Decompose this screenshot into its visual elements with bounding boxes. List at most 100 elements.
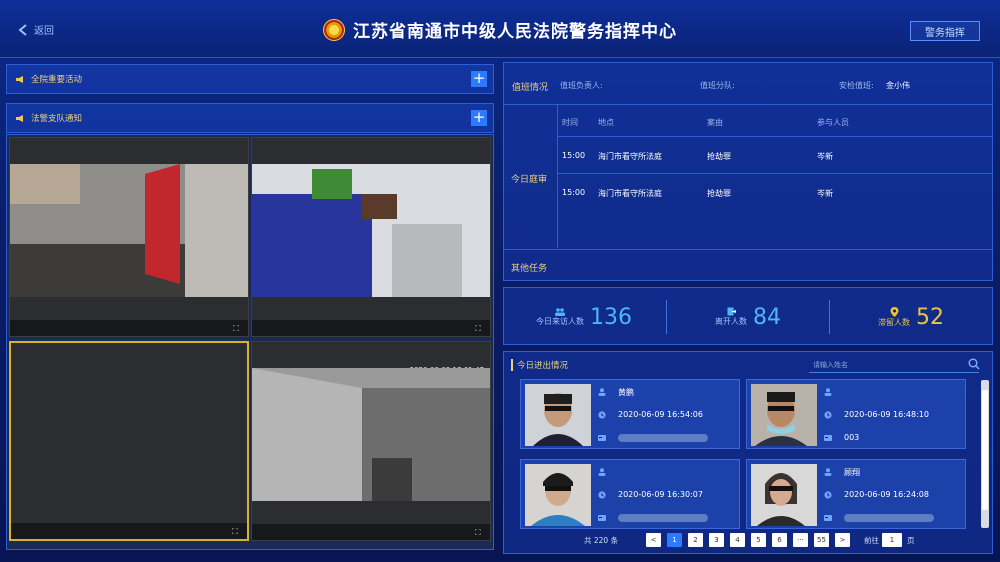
user-icon (598, 388, 606, 396)
fullscreen-icon[interactable]: ⛶ (475, 528, 484, 537)
notice-bar[interactable]: 法警支队通知 + (6, 103, 494, 133)
stat-left: 离开人数 84 (668, 288, 828, 346)
visitors-label: 今日来访人数 (536, 316, 584, 326)
id-card-icon (598, 515, 606, 521)
row1-place: 海门市看守所法庭 (598, 152, 662, 161)
col-people: 参与人员 (817, 118, 849, 127)
user-icon (598, 468, 606, 476)
camera-3[interactable]: ⛶ (9, 341, 249, 541)
fullscreen-icon[interactable]: ⛶ (475, 324, 484, 333)
camera-1-feed (10, 164, 248, 297)
camera-2-footer (252, 320, 490, 336)
col-cause: 案由 (707, 118, 723, 127)
title-wrap: 江苏省南通市中级人民法院警务指挥中心 (0, 17, 1000, 42)
person-name: 顾翔 (844, 468, 860, 477)
person-photo (525, 464, 591, 526)
page-button[interactable]: 55 (814, 533, 829, 547)
notice-label: 法警支队通知 (31, 114, 83, 124)
page-button[interactable]: 4 (730, 533, 745, 547)
visitors-value: 136 (590, 304, 632, 330)
stay-value: 52 (916, 304, 944, 330)
user-icon (824, 468, 832, 476)
row1-cause: 抢劫罪 (707, 152, 731, 161)
megaphone-icon (16, 75, 23, 83)
scrollbar-thumb[interactable] (982, 390, 988, 510)
page-ellipsis-button[interactable]: ··· (793, 533, 808, 547)
page-button[interactable]: 1 (667, 533, 682, 547)
duty-unit-label: 值班分队: (700, 81, 735, 90)
col-place: 地点 (598, 118, 614, 127)
person-time: 2020-06-09 16:48:10 (844, 410, 929, 419)
camera-4-feed (252, 368, 490, 501)
person-card[interactable]: 2020-06-09 16:48:10 003 (746, 379, 966, 449)
camera-2-feed (252, 164, 490, 297)
person-photo (525, 384, 591, 446)
duty-section-label: 值班情况 (512, 83, 549, 93)
total-count: 共 220 条 (584, 536, 619, 545)
user-icon (824, 388, 832, 396)
activities-label: 全院重要活动 (31, 75, 83, 85)
fullscreen-icon[interactable]: ⛶ (232, 527, 241, 536)
duty-checker-value: 金小伟 (886, 81, 910, 90)
left-label: 离开人数 (715, 317, 747, 326)
row2-people: 岑新 (817, 189, 833, 198)
camera-2[interactable]: ⛶ (251, 137, 491, 337)
users-icon (555, 307, 565, 316)
camera-4[interactable]: 2020-06-09 17:01:47 ⛶ (251, 341, 491, 541)
person-time: 2020-06-09 16:54:06 (618, 410, 703, 419)
clock-icon (824, 491, 832, 499)
page-button[interactable]: 2 (688, 533, 703, 547)
stat-visitors: 今日来访人数 136 (504, 288, 664, 346)
add-activity-button[interactable]: + (471, 71, 487, 87)
megaphone-icon (16, 114, 23, 122)
add-notice-button[interactable]: + (471, 110, 487, 126)
person-photo (751, 464, 817, 526)
page-button[interactable]: 6 (772, 533, 787, 547)
flow-panel: 今日进出情况 请输入姓名 黄鹏 2020-06-09 16:54:06 2020… (503, 351, 993, 554)
exit-door-icon (727, 307, 736, 316)
fullscreen-icon[interactable]: ⛶ (233, 324, 242, 333)
command-button[interactable]: 警务指挥 (910, 21, 980, 41)
prev-page-button[interactable]: < (646, 533, 661, 547)
row2-time: 15:00 (562, 188, 586, 197)
camera-1[interactable]: ⛶ (9, 137, 249, 337)
stay-label: 滞留人数 (878, 317, 910, 327)
search-icon[interactable] (968, 358, 980, 370)
camera-4-footer (252, 524, 490, 540)
person-time: 2020-06-09 16:24:08 (844, 490, 929, 499)
goto-label: 前往 (864, 536, 879, 545)
camera-1-footer (10, 320, 248, 336)
clock-icon (598, 411, 606, 419)
duty-leader-label: 值班负责人: (560, 81, 603, 90)
page-button[interactable]: 3 (709, 533, 724, 547)
person-id-masked (844, 514, 934, 522)
col-time: 时间 (562, 118, 578, 127)
person-card[interactable]: 顾翔 2020-06-09 16:24:08 (746, 459, 966, 529)
camera-3-footer (11, 523, 247, 539)
id-card-icon (824, 515, 832, 521)
person-id: 003 (844, 433, 860, 442)
page-button[interactable]: 5 (751, 533, 766, 547)
pagination: 共 220 条 < 1 2 3 4 5 6 ··· 55 > 前往 1 页 (504, 533, 992, 547)
duty-panel: 值班情况 值班负责人: 值班分队: 安检值班: 金小伟 时间 地点 案由 参与人… (503, 62, 993, 281)
location-pin-icon (890, 306, 898, 317)
page-suffix: 页 (907, 536, 915, 545)
name-search-input[interactable]: 请输入姓名 (809, 358, 979, 373)
person-time: 2020-06-09 16:30:07 (618, 490, 703, 499)
person-card[interactable]: 黄鹏 2020-06-09 16:54:06 (520, 379, 740, 449)
court-today-label: 今日庭审 (511, 175, 548, 185)
row2-place: 海门市看守所法庭 (598, 189, 662, 198)
stats-panel: 今日来访人数 136 离开人数 84 滞留人数 52 (503, 287, 993, 345)
header: 返回 江苏省南通市中级人民法院警务指挥中心 警务指挥 (0, 0, 1000, 58)
row1-people: 岑新 (817, 152, 833, 161)
goto-page-input[interactable]: 1 (882, 533, 902, 547)
next-page-button[interactable]: > (835, 533, 850, 547)
person-id-masked (618, 434, 708, 442)
duty-checker-label: 安检值班: (839, 81, 874, 90)
flow-title: 今日进出情况 (511, 359, 568, 371)
person-photo (751, 384, 817, 446)
person-card[interactable]: 2020-06-09 16:30:07 (520, 459, 740, 529)
page-title: 江苏省南通市中级人民法院警务指挥中心 (353, 22, 677, 42)
scrollbar[interactable] (981, 380, 989, 528)
activities-bar[interactable]: 全院重要活动 + (6, 64, 494, 94)
